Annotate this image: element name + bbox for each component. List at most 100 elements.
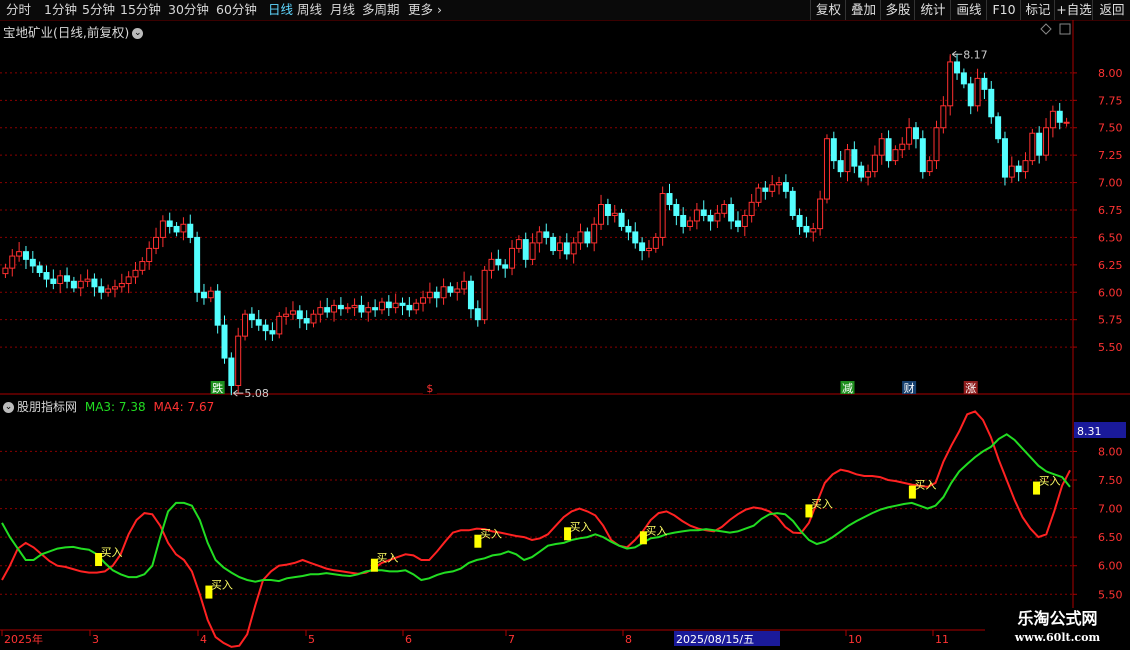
candle-body bbox=[132, 269, 139, 278]
candle-body bbox=[885, 138, 892, 162]
candle-body bbox=[1063, 121, 1070, 124]
event-marker-label: 减 bbox=[842, 382, 853, 395]
candle-body bbox=[666, 193, 673, 206]
candle-body bbox=[954, 61, 961, 74]
candle-body bbox=[392, 302, 399, 309]
candle-body bbox=[440, 286, 447, 299]
candle-body bbox=[317, 307, 324, 315]
low-label: 5.08 bbox=[244, 387, 269, 400]
panel-maximize-icon bbox=[1059, 23, 1071, 35]
candle-body bbox=[543, 231, 550, 238]
candle-body bbox=[481, 269, 488, 321]
candle-body bbox=[755, 187, 762, 203]
diamond-icon bbox=[1040, 23, 1052, 35]
main-tick-label: 6.25 bbox=[1098, 259, 1123, 272]
buy-signal-label: 买入 bbox=[811, 497, 833, 510]
candle-body bbox=[228, 357, 235, 386]
candle-body bbox=[91, 278, 98, 288]
candle-body bbox=[378, 301, 385, 311]
candle-body bbox=[1008, 165, 1015, 178]
candle-body bbox=[269, 330, 276, 335]
candle-body bbox=[995, 116, 1002, 140]
candle-body bbox=[105, 288, 112, 293]
sub-tick-label: 7.00 bbox=[1098, 503, 1123, 516]
candle-body bbox=[1001, 138, 1008, 178]
candle-body bbox=[988, 88, 995, 118]
candle-body bbox=[413, 302, 420, 311]
candle-body bbox=[762, 187, 769, 192]
candle-body bbox=[289, 310, 296, 315]
candle-body bbox=[98, 286, 105, 293]
candle-body bbox=[639, 242, 646, 252]
main-tick-label: 7.50 bbox=[1098, 122, 1123, 135]
candle-body bbox=[125, 276, 132, 284]
main-tick-label: 5.75 bbox=[1098, 314, 1123, 327]
main-tick-label: 6.50 bbox=[1098, 231, 1123, 244]
candle-body bbox=[570, 242, 577, 255]
candle-body bbox=[296, 310, 303, 320]
time-tick-label: 6 bbox=[405, 633, 412, 646]
candle-body bbox=[652, 236, 659, 249]
candle-body bbox=[255, 319, 262, 326]
candle-body bbox=[495, 258, 502, 266]
candle-body bbox=[166, 220, 173, 227]
candle-body bbox=[70, 280, 77, 289]
candle-body bbox=[235, 335, 242, 386]
candle-body bbox=[550, 236, 557, 252]
candle-body bbox=[899, 143, 906, 151]
candle-body bbox=[194, 236, 201, 293]
candle-body bbox=[865, 171, 872, 178]
candle-body bbox=[64, 275, 71, 282]
candle-body bbox=[36, 265, 43, 274]
candle-body bbox=[529, 242, 536, 260]
watermark-url: www.60lt.com bbox=[1014, 631, 1101, 644]
candle-body bbox=[358, 304, 365, 313]
main-tick-label: 7.00 bbox=[1098, 177, 1123, 190]
candle-body bbox=[22, 251, 29, 260]
main-tick-label: 5.50 bbox=[1098, 341, 1123, 354]
candle-body bbox=[926, 160, 933, 173]
candle-body bbox=[159, 220, 166, 238]
candle-body bbox=[447, 286, 454, 293]
candle-body bbox=[919, 138, 926, 173]
candle-body bbox=[687, 220, 694, 227]
candle-body bbox=[536, 231, 543, 244]
candle-body bbox=[556, 242, 563, 252]
candle-body bbox=[974, 77, 981, 107]
candle-body bbox=[1022, 160, 1029, 173]
candle-body bbox=[262, 324, 269, 332]
candle-body bbox=[515, 239, 522, 249]
candle-body bbox=[645, 247, 652, 252]
current-value-label: 8.31 bbox=[1077, 425, 1102, 438]
candle-body bbox=[591, 223, 598, 244]
time-tick-label: 11 bbox=[935, 633, 949, 646]
candle-body bbox=[673, 204, 680, 216]
time-tick-label: 10 bbox=[848, 633, 862, 646]
candle-body bbox=[714, 212, 721, 222]
candle-body bbox=[276, 315, 283, 335]
candle-body bbox=[782, 182, 789, 192]
time-tick-label: 4 bbox=[200, 633, 207, 646]
candle-body bbox=[940, 105, 947, 129]
candle-body bbox=[146, 247, 153, 263]
candle-body bbox=[803, 225, 810, 233]
candle-body bbox=[1029, 132, 1036, 162]
candle-body bbox=[604, 204, 611, 216]
candle-body bbox=[1049, 110, 1056, 129]
time-tick-label: 8 bbox=[625, 633, 632, 646]
candle-body bbox=[776, 182, 783, 186]
candle-body bbox=[461, 280, 468, 290]
candle-body bbox=[173, 225, 180, 233]
candle-body bbox=[967, 83, 974, 107]
candle-body bbox=[796, 214, 803, 227]
main-tick-label: 7.75 bbox=[1098, 94, 1123, 107]
candle-body bbox=[810, 228, 817, 233]
candle-body bbox=[153, 236, 160, 249]
candle-body bbox=[851, 149, 858, 167]
candle-body bbox=[906, 127, 913, 145]
candle-body bbox=[611, 212, 618, 216]
buy-signal-label: 买入 bbox=[376, 552, 398, 565]
candle-body bbox=[769, 184, 776, 192]
event-marker-label: $ bbox=[426, 382, 433, 395]
watermark: 乐淘公式网 www.60lt.com bbox=[985, 608, 1130, 650]
